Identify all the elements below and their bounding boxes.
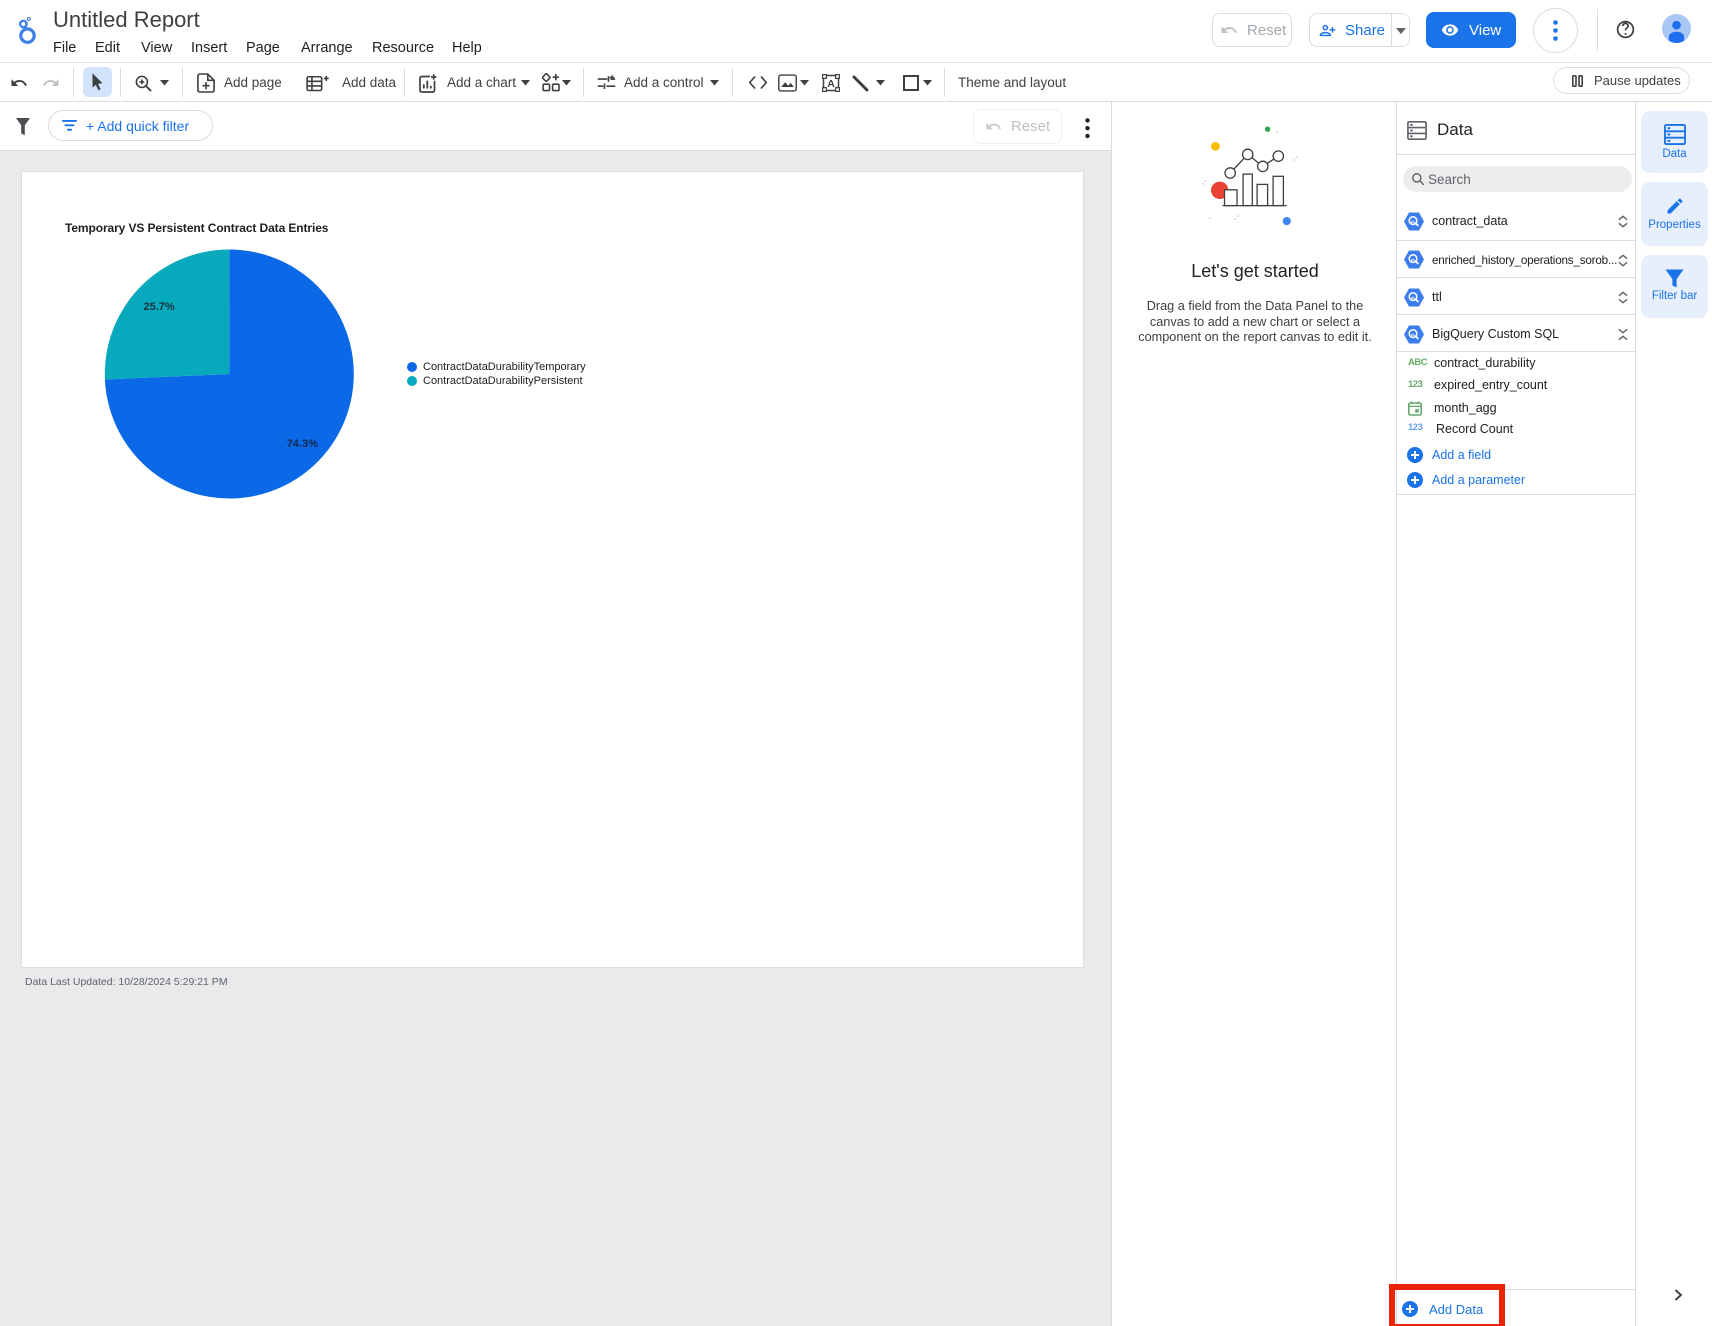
svg-text:A: A <box>827 78 835 90</box>
svg-text:25.7%: 25.7% <box>144 301 175 313</box>
svg-text:74.3%: 74.3% <box>287 438 318 450</box>
